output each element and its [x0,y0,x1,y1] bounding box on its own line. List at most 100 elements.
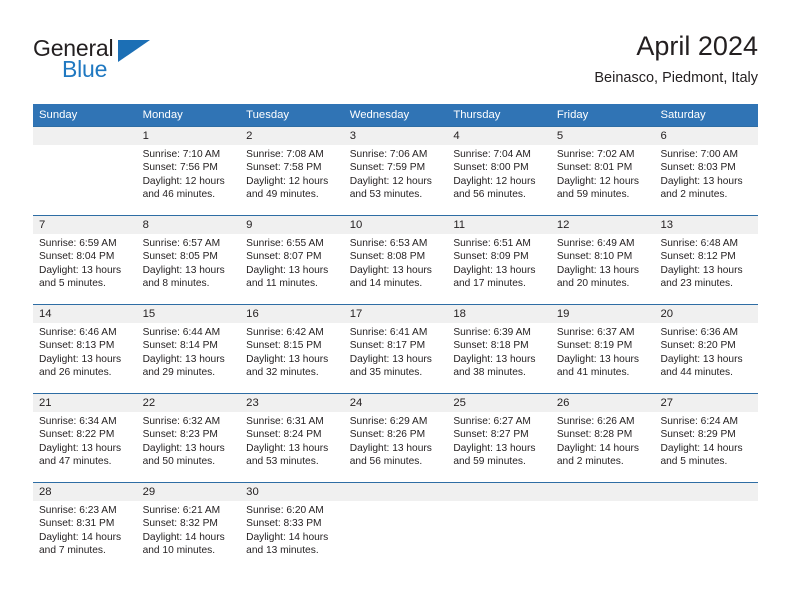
sunset-text: Sunset: 8:18 PM [453,340,529,352]
daylight-text: Daylight: 13 hours and 5 minutes. [39,264,122,289]
sunrise-text: Sunrise: 6:36 AM [660,327,739,338]
sunrise-text: Sunrise: 6:34 AM [39,416,117,427]
sunrise-text: Sunrise: 6:26 AM [556,416,635,427]
day-cell: Sunrise: 6:39 AM Sunset: 8:18 PM Dayligh… [447,323,551,393]
date-number: 11 [453,219,466,231]
sunset-text: Sunset: 8:09 PM [453,251,529,263]
sunset-text: Sunset: 8:15 PM [246,340,322,352]
date-number: 4 [453,130,460,142]
general-blue-logo: General Blue [33,36,153,84]
date-number: 7 [39,219,46,231]
daylight-text: Daylight: 13 hours and 14 minutes. [349,264,432,289]
sunrise-text: Sunrise: 6:42 AM [246,327,324,338]
daylight-text: Daylight: 12 hours and 53 minutes. [349,175,432,200]
sunrise-text: Sunrise: 6:32 AM [142,416,221,427]
sunrise-text: Sunrise: 7:08 AM [246,149,324,160]
daylight-text: Daylight: 13 hours and 32 minutes. [246,353,329,378]
daylight-text: Daylight: 12 hours and 46 minutes. [142,175,225,200]
sunrise-text: Sunrise: 6:29 AM [349,416,428,427]
sunrise-text: Sunrise: 7:04 AM [453,149,531,160]
sunset-text: Sunset: 8:33 PM [246,518,322,530]
date-number: 16 [246,308,259,320]
sunset-text: Sunset: 8:20 PM [660,340,736,352]
sunrise-text: Sunrise: 7:02 AM [556,149,635,160]
sunrise-text: Sunrise: 6:49 AM [556,238,635,249]
daylight-text: Daylight: 13 hours and 47 minutes. [39,442,122,467]
day-cell: Sunrise: 7:02 AM Sunset: 8:01 PM Dayligh… [551,145,655,215]
date-number: 17 [349,308,363,320]
day-cell: Sunrise: 7:00 AM Sunset: 8:03 PM Dayligh… [654,145,758,215]
day-header-saturday: Saturday [660,109,706,121]
calendar-week-row: 21 22 23 24 25 26 27 Sunrise: 6:34 AM Su… [33,393,758,482]
sunrise-text: Sunrise: 6:41 AM [349,327,428,338]
date-number: 26 [556,397,570,409]
sunset-text: Sunset: 8:29 PM [660,429,736,441]
sunset-text: Sunset: 8:31 PM [39,518,115,530]
sunset-text: Sunset: 8:13 PM [39,340,115,352]
sunrise-text: Sunrise: 6:44 AM [142,327,221,338]
sunset-text: Sunset: 8:24 PM [246,429,322,441]
daylight-text: Daylight: 14 hours and 7 minutes. [39,531,122,556]
calendar-week-row: 7 8 9 10 11 12 13 Sunrise: 6:59 AM Sunse… [33,215,758,304]
daylight-text: Daylight: 12 hours and 56 minutes. [453,175,536,200]
day-cell: Sunrise: 6:59 AM Sunset: 8:04 PM Dayligh… [33,234,137,304]
logo-triangle-icon [118,40,150,62]
day-cell: Sunrise: 6:41 AM Sunset: 8:17 PM Dayligh… [344,323,448,393]
date-number: 25 [453,397,466,409]
day-cell: Sunrise: 6:27 AM Sunset: 8:27 PM Dayligh… [447,412,551,482]
day-cell: Sunrise: 6:24 AM Sunset: 8:29 PM Dayligh… [654,412,758,482]
day-cell: Sunrise: 6:55 AM Sunset: 8:07 PM Dayligh… [240,234,344,304]
sunset-text: Sunset: 8:07 PM [246,251,322,263]
sunset-text: Sunset: 8:00 PM [453,162,529,174]
day-cell: Sunrise: 6:34 AM Sunset: 8:22 PM Dayligh… [33,412,137,482]
day-cell: Sunrise: 6:51 AM Sunset: 8:09 PM Dayligh… [447,234,551,304]
daylight-text: Daylight: 14 hours and 13 minutes. [246,531,329,556]
date-number: 10 [349,219,363,231]
sunset-text: Sunset: 8:26 PM [349,429,426,441]
day-header-sunday: Sunday [39,109,78,121]
week-date-band: 7 8 9 10 11 12 13 [33,216,758,234]
date-number: 3 [349,130,357,142]
daylight-text: Daylight: 13 hours and 41 minutes. [556,353,640,378]
week-detail-row: Sunrise: 6:46 AM Sunset: 8:13 PM Dayligh… [33,323,758,393]
daylight-text: Daylight: 13 hours and 2 minutes. [660,175,743,200]
calendar-page: General Blue April 2024 Beinasco, Piedmo… [0,0,792,612]
sunrise-text: Sunrise: 7:06 AM [349,149,428,160]
sunset-text: Sunset: 8:03 PM [660,162,736,174]
date-number: 14 [39,308,52,320]
day-cell: Sunrise: 6:20 AM Sunset: 8:33 PM Dayligh… [240,501,344,573]
day-of-week-header-row: Sunday Monday Tuesday Wednesday Thursday… [33,104,758,126]
sunset-text: Sunset: 8:32 PM [142,518,218,530]
day-cell: Sunrise: 6:44 AM Sunset: 8:14 PM Dayligh… [137,323,241,393]
daylight-text: Daylight: 13 hours and 23 minutes. [660,264,743,289]
sunrise-text: Sunrise: 6:51 AM [453,238,531,249]
date-number: 6 [660,130,667,142]
date-number [654,483,758,501]
daylight-text: Daylight: 14 hours and 5 minutes. [660,442,743,467]
sunrise-text: Sunrise: 6:37 AM [556,327,635,338]
day-header-wednesday: Wednesday [349,109,410,121]
day-cell: Sunrise: 6:32 AM Sunset: 8:23 PM Dayligh… [137,412,241,482]
daylight-text: Daylight: 13 hours and 44 minutes. [660,353,743,378]
week-date-band: 14 15 16 17 18 19 20 [33,305,758,323]
calendar-grid: Sunday Monday Tuesday Wednesday Thursday… [33,104,758,573]
sunset-text: Sunset: 8:22 PM [39,429,115,441]
sunrise-text: Sunrise: 6:48 AM [660,238,739,249]
daylight-text: Daylight: 13 hours and 38 minutes. [453,353,536,378]
sunset-text: Sunset: 8:19 PM [556,340,633,352]
sunset-text: Sunset: 8:01 PM [556,162,633,174]
sunrise-text: Sunrise: 6:23 AM [39,505,117,516]
sunrise-text: Sunrise: 6:59 AM [39,238,117,249]
day-cell: Sunrise: 6:21 AM Sunset: 8:32 PM Dayligh… [137,501,241,573]
sunset-text: Sunset: 8:23 PM [142,429,218,441]
sunrise-text: Sunrise: 6:24 AM [660,416,739,427]
day-cell: Sunrise: 6:23 AM Sunset: 8:31 PM Dayligh… [33,501,137,573]
sunset-text: Sunset: 8:08 PM [349,251,426,263]
date-number: 30 [246,486,259,498]
sunset-text: Sunset: 7:58 PM [246,162,322,174]
sunrise-text: Sunrise: 6:21 AM [142,505,221,516]
sunrise-text: Sunrise: 7:00 AM [660,149,739,160]
day-cell: Sunrise: 6:46 AM Sunset: 8:13 PM Dayligh… [33,323,137,393]
week-date-band: 1 2 3 4 5 6 [33,127,758,145]
date-number: 19 [556,308,570,320]
